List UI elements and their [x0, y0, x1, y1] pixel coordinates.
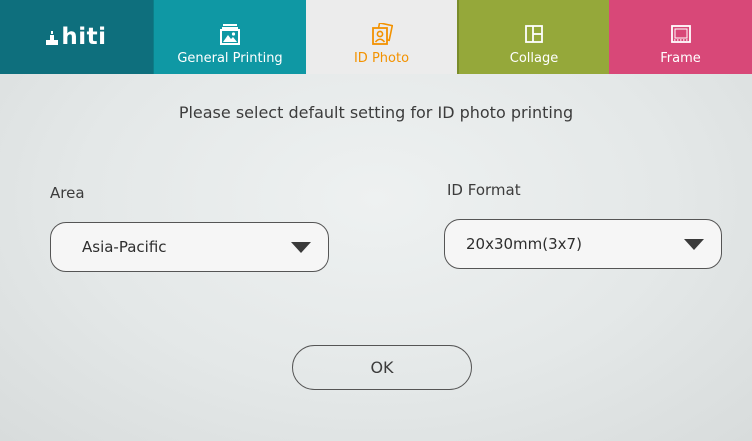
instruction-text: Please select default setting for ID pho…	[178, 103, 574, 122]
hiti-logo-icon	[46, 31, 59, 45]
area-label: Area	[50, 184, 85, 202]
tab-label: General Printing	[177, 51, 283, 66]
id-format-dropdown[interactable]: 20x30mm(3x7)	[444, 219, 722, 269]
tab-frame[interactable]: Frame	[609, 0, 752, 74]
id-format-label: ID Format	[447, 181, 521, 199]
app-window: hiti General Printing ID Photo Collage F…	[0, 0, 752, 441]
tab-id-photo[interactable]: ID Photo	[306, 0, 457, 74]
dropdown-arrow-icon	[684, 239, 704, 250]
frame-icon	[670, 25, 691, 43]
id-format-selected-value: 20x30mm(3x7)	[466, 235, 582, 253]
ok-button[interactable]: OK	[292, 345, 472, 390]
image-print-icon	[220, 24, 240, 45]
logo-text: hiti	[61, 24, 107, 50]
tab-label: Frame	[660, 51, 701, 66]
area-dropdown[interactable]: Asia-Pacific	[50, 222, 329, 272]
hiti-logo: hiti	[0, 0, 153, 74]
tab-label: ID Photo	[353, 51, 410, 66]
area-selected-value: Asia-Pacific	[82, 238, 167, 256]
tab-general-printing[interactable]: General Printing	[153, 0, 306, 74]
collage-icon	[525, 25, 543, 43]
tab-collage[interactable]: Collage	[457, 0, 609, 74]
dropdown-arrow-icon	[291, 242, 311, 253]
id-photo-icon	[371, 23, 393, 45]
top-tab-bar: hiti General Printing ID Photo Collage F…	[0, 0, 752, 74]
tab-label: Collage	[509, 51, 559, 66]
